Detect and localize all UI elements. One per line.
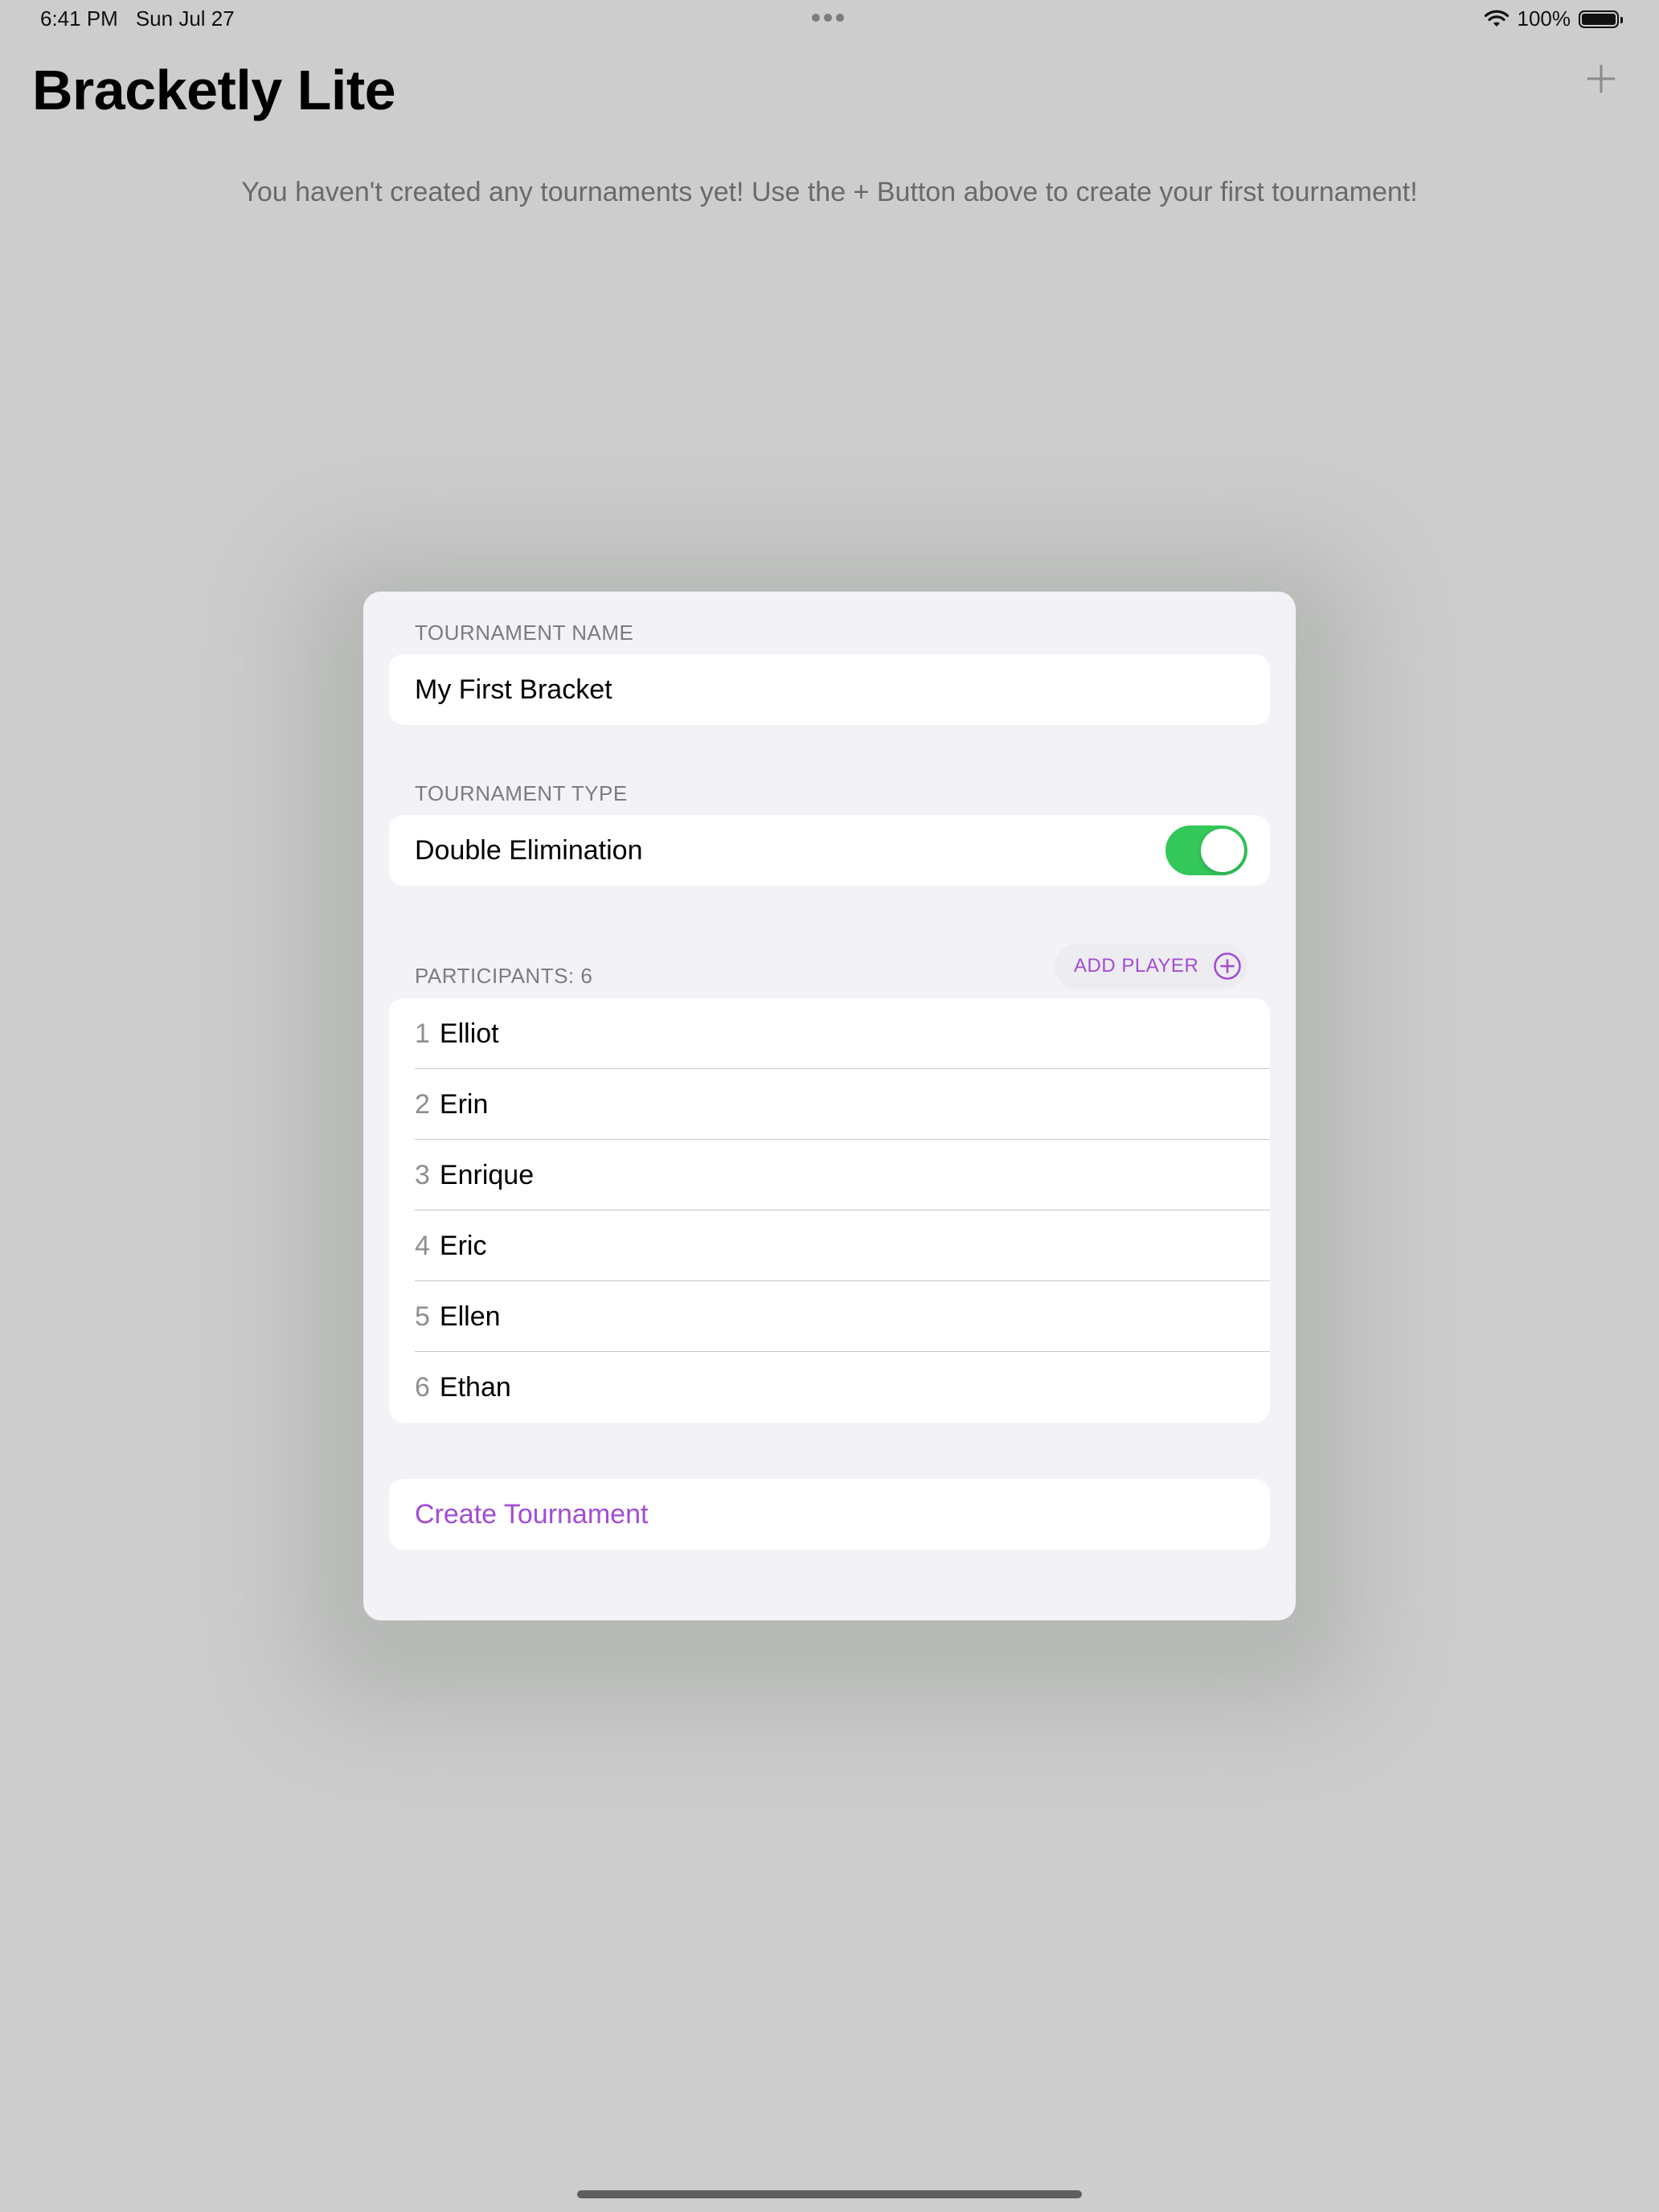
home-indicator[interactable] [577,2190,1082,2198]
multitasking-dots[interactable] [812,14,844,22]
new-tournament-sheet: TOURNAMENT NAME TOURNAMENT TYPE Double E… [363,592,1296,1620]
create-tournament-button[interactable]: Create Tournament [415,1499,648,1530]
participant-number: 2 [415,1088,430,1120]
status-time: 6:41 PM [40,6,118,31]
tournament-type-card: Double Elimination [389,815,1270,886]
participant-name: Elliot [439,1018,499,1049]
participant-row[interactable]: 4 Eric [389,1210,1270,1281]
participant-name: Enrique [439,1159,535,1190]
create-tournament-card: Create Tournament [389,1479,1270,1550]
screen: 6:41 PM Sun Jul 27 100% Bracketly Lite Y… [0,0,1659,2212]
wifi-icon [1484,10,1509,27]
participant-number: 3 [415,1159,430,1190]
participant-row[interactable]: 2 Erin [389,1069,1270,1140]
add-player-label: ADD PLAYER [1074,955,1199,977]
participant-row[interactable]: 5 Ellen [389,1281,1270,1352]
add-player-button[interactable]: ADD PLAYER [1055,944,1247,989]
add-tournament-button[interactable] [1579,56,1624,101]
battery-percent: 100% [1517,6,1571,31]
double-elimination-toggle[interactable] [1165,825,1247,875]
dot [812,14,820,22]
participant-number: 5 [415,1301,430,1332]
participant-name: Erin [439,1088,489,1120]
participant-number: 6 [415,1371,430,1403]
section-header-tournament-type: TOURNAMENT TYPE [415,781,628,805]
participant-number: 4 [415,1230,430,1261]
tournament-name-input[interactable] [415,674,1219,706]
section-header-participants: PARTICIPANTS: 6 [415,964,593,988]
plus-circle-icon [1214,952,1242,980]
empty-state-message: You haven't created any tournaments yet!… [241,177,1418,207]
dot [824,14,832,22]
participant-row[interactable]: 1 Elliot [389,998,1270,1069]
participant-name: Ellen [439,1301,501,1332]
participant-name: Eric [439,1230,487,1261]
toggle-knob [1201,829,1244,872]
dot [836,14,844,22]
plus-icon [1587,64,1616,93]
battery-icon [1579,10,1623,28]
status-bar-left: 6:41 PM Sun Jul 27 [40,6,235,31]
tournament-name-card [389,654,1270,725]
page-title: Bracketly Lite [32,59,396,121]
participant-row[interactable]: 3 Enrique [389,1140,1270,1210]
participant-name: Ethan [439,1371,511,1403]
participant-number: 1 [415,1018,430,1049]
section-header-tournament-name: TOURNAMENT NAME [415,621,634,645]
status-bar-right: 100% [1484,6,1623,31]
double-elimination-label: Double Elimination [415,834,643,866]
participant-row[interactable]: 6 Ethan [389,1352,1270,1423]
status-date: Sun Jul 27 [135,6,235,31]
participants-list: 1 Elliot 2 Erin 3 Enrique 4 Eric 5 Ellen… [389,998,1270,1423]
